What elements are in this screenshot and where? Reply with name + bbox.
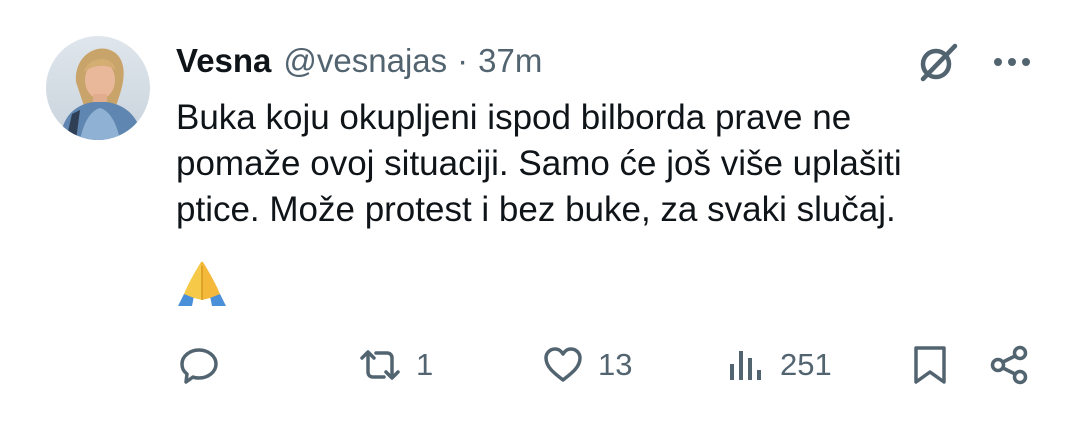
like-count: 13 xyxy=(598,347,633,382)
more-icon[interactable] xyxy=(988,44,1036,80)
author-display-name[interactable]: Vesna xyxy=(176,40,271,82)
avatar[interactable] xyxy=(46,36,150,140)
share-button[interactable] xyxy=(986,340,1032,390)
grok-icon[interactable] xyxy=(914,38,962,86)
retweet-count: 1 xyxy=(416,347,434,382)
header-separator: · xyxy=(457,42,469,79)
bookmark-button[interactable] xyxy=(908,340,952,390)
tweet-header: Vesna @vesnajas · 37m xyxy=(176,40,542,82)
retweet-button[interactable]: 1 xyxy=(356,340,433,390)
tweet-actions: 1 13 251 xyxy=(0,340,1080,390)
heart-icon xyxy=(540,342,586,388)
like-button[interactable]: 13 xyxy=(540,340,632,390)
folded-hands-emoji xyxy=(176,256,228,308)
tweet-text: Buka koju okupljeni ispod bilborda prave… xyxy=(176,98,902,229)
share-icon xyxy=(986,342,1032,388)
views-button[interactable]: 251 xyxy=(724,340,832,390)
retweet-icon xyxy=(356,342,404,388)
reply-icon xyxy=(176,342,222,388)
author-handle[interactable]: @vesnajas xyxy=(283,40,447,82)
bookmark-icon xyxy=(908,342,952,388)
tweet-card[interactable]: Vesna @vesnajas · 37m Buka koju okupljen… xyxy=(0,0,1080,434)
views-count: 251 xyxy=(780,347,832,382)
avatar-photo xyxy=(46,36,150,140)
views-icon xyxy=(724,342,768,388)
reply-button[interactable] xyxy=(176,340,234,390)
tweet-timestamp[interactable]: 37m xyxy=(478,40,542,82)
